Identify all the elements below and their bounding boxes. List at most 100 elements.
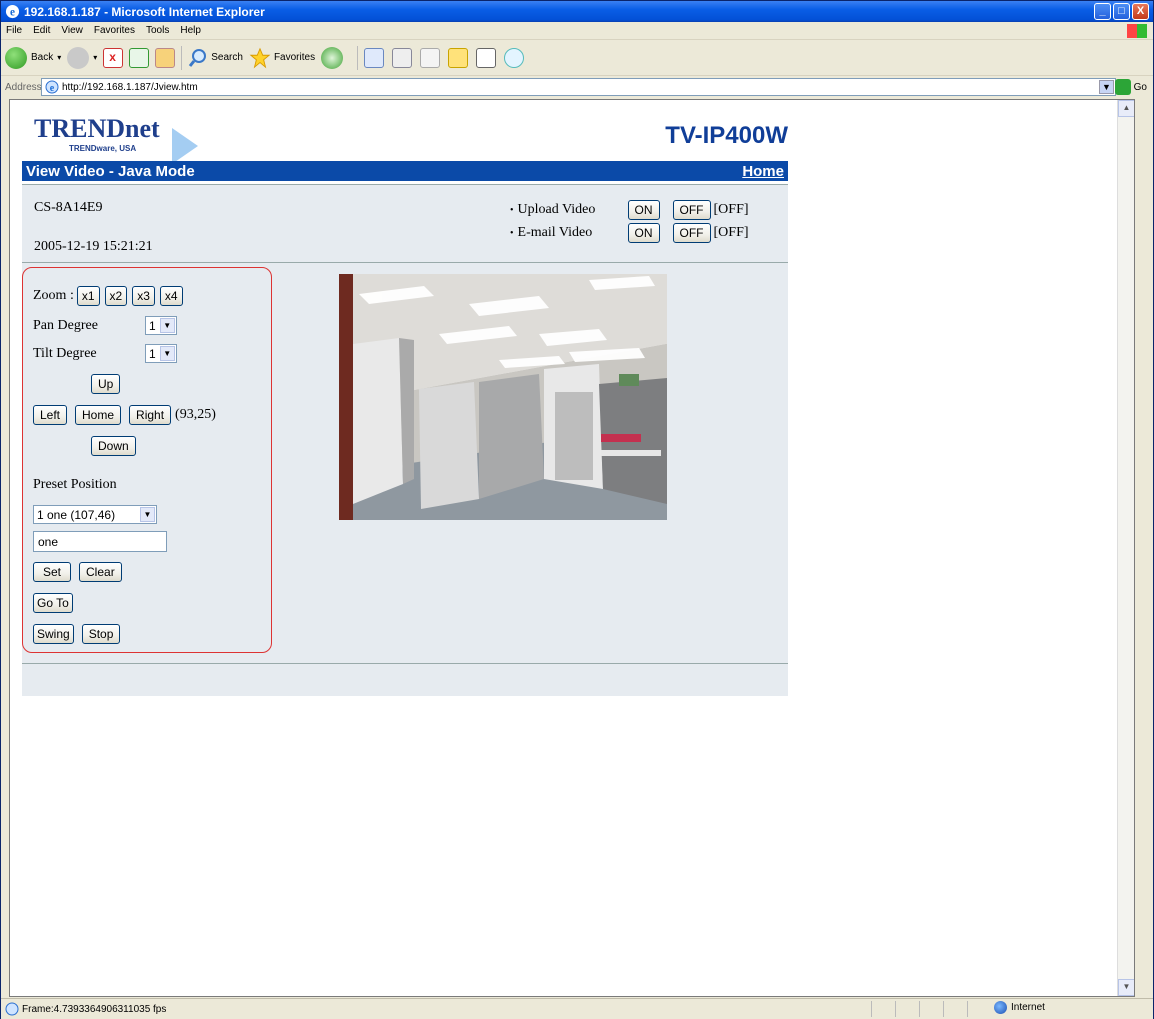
stop-icon[interactable]: x	[103, 47, 124, 68]
tilt-degree-value: 1	[149, 346, 156, 361]
divider	[22, 184, 788, 185]
model-name: TV-IP400W	[665, 122, 788, 149]
tilt-label: Tilt Degree	[33, 345, 97, 361]
status-cells	[871, 1001, 991, 1017]
page-viewport: ▲ ▼ TRENDnet TRENDware, USA TV-IP400W Vi…	[9, 99, 1135, 997]
goto-button[interactable]: Go To	[33, 593, 73, 613]
zoom-x1-button[interactable]: x1	[76, 286, 100, 306]
ie-icon: e	[5, 4, 20, 18]
menu-view[interactable]: View	[61, 25, 83, 36]
zone-label: Internet	[1011, 1002, 1045, 1013]
upload-video-label: Upload Video	[517, 202, 596, 217]
minimize-button[interactable]: _	[1094, 3, 1111, 20]
upload-on-button[interactable]: ON	[627, 200, 660, 220]
down-row: Down	[91, 436, 136, 456]
preset-value: 1 one (107,46)	[37, 507, 116, 522]
email-video-row: • E-mail Video ON OFF [OFF]	[510, 223, 749, 243]
forward-arrow-icon	[67, 46, 90, 69]
preset-row: 1 one (107,46) ▼	[33, 505, 157, 524]
divider	[22, 262, 788, 263]
preset-select[interactable]: 1 one (107,46) ▼	[33, 505, 157, 524]
preset-name-input[interactable]: one	[33, 531, 167, 552]
menu-file[interactable]: File	[6, 25, 22, 36]
zoom-x3-button[interactable]: x3	[132, 286, 155, 306]
upload-video-row: • Upload Video ON OFF [OFF]	[510, 200, 749, 220]
bullet: •	[510, 227, 514, 239]
camera-page: TRENDnet TRENDware, USA TV-IP400W View V…	[22, 106, 788, 696]
search-button[interactable]: Search	[188, 48, 243, 68]
email-status: [OFF]	[713, 225, 749, 240]
address-label: Address	[5, 81, 42, 93]
back-button[interactable]: Back ▾	[5, 46, 61, 69]
section-title: View Video - Java Mode	[26, 162, 195, 180]
goto-row: Go To	[33, 593, 73, 613]
device-id: CS-8A14E9	[34, 200, 103, 215]
tilt-degree-select[interactable]: 1 ▼	[145, 344, 177, 363]
chevron-down-icon: ▼	[159, 318, 175, 333]
vertical-scrollbar[interactable]: ▲ ▼	[1117, 100, 1134, 996]
mail-icon[interactable]	[364, 47, 385, 68]
go-button[interactable]: Go	[1114, 79, 1147, 95]
home-button[interactable]: Home	[75, 405, 122, 425]
svg-text:e: e	[50, 83, 55, 94]
go-label: Go	[1133, 81, 1147, 93]
windows-logo-icon	[1127, 24, 1147, 38]
window-title: 192.168.1.187 - Microsoft Internet Explo…	[24, 4, 265, 19]
pan-degree-select[interactable]: 1 ▼	[145, 316, 177, 335]
menu-favorites[interactable]: Favorites	[94, 25, 135, 36]
left-button[interactable]: Left	[33, 405, 68, 425]
toolbar: Back ▾ ▾ x Search Favorites	[1, 40, 1153, 76]
history-icon[interactable]	[321, 46, 344, 69]
star-icon	[249, 47, 271, 68]
favorites-button[interactable]: Favorites	[249, 47, 315, 69]
discuss-icon[interactable]	[448, 47, 469, 68]
menu-bar: File Edit View Favorites Tools Help	[1, 22, 1153, 40]
clear-button[interactable]: Clear	[79, 562, 122, 582]
back-arrow-icon	[5, 46, 27, 69]
forward-button[interactable]: ▾	[67, 46, 97, 69]
maximize-button[interactable]: □	[1113, 3, 1130, 20]
swing-button[interactable]: Swing	[33, 624, 74, 644]
browser-window: e 192.168.1.187 - Microsoft Internet Exp…	[0, 0, 1154, 1019]
close-button[interactable]: X	[1132, 3, 1149, 20]
home-link[interactable]: Home	[742, 163, 784, 180]
favorites-label: Favorites	[273, 52, 316, 63]
back-dropdown-icon[interactable]: ▾	[57, 53, 61, 62]
up-button[interactable]: Up	[91, 374, 121, 394]
section-header: View Video - Java Mode Home	[22, 161, 788, 181]
trendnet-logo: TRENDnet	[34, 114, 160, 143]
address-field[interactable]: e http://192.168.1.187/Jview.htm ▼	[41, 78, 1116, 96]
email-off-button[interactable]: OFF	[672, 223, 711, 243]
forward-dropdown-icon[interactable]: ▾	[93, 53, 97, 62]
address-dropdown-icon[interactable]: ▼	[1099, 80, 1114, 94]
refresh-icon[interactable]	[129, 47, 150, 68]
print-icon[interactable]	[392, 47, 413, 68]
down-button[interactable]: Down	[91, 436, 136, 456]
scroll-down-icon[interactable]: ▼	[1118, 979, 1134, 996]
email-on-button[interactable]: ON	[627, 223, 660, 243]
set-button[interactable]: Set	[33, 562, 72, 582]
upload-off-button[interactable]: OFF	[672, 200, 711, 220]
stop-button[interactable]: Stop	[81, 624, 121, 644]
home-icon[interactable]	[155, 47, 176, 68]
office-camera-image	[339, 274, 667, 520]
up-row: Up	[91, 374, 121, 394]
zoom-x4-button[interactable]: x4	[159, 286, 183, 306]
menu-edit[interactable]: Edit	[33, 25, 50, 36]
messenger-icon[interactable]	[504, 47, 525, 68]
logo-subtitle: TRENDware, USA	[69, 144, 137, 153]
zoom-row: Zoom : x1 x2 x3 x4	[33, 286, 183, 306]
research-icon[interactable]	[476, 47, 497, 68]
logo-arrow-icon	[172, 128, 198, 164]
edit-icon[interactable]	[420, 47, 441, 68]
svg-text:e: e	[10, 6, 15, 18]
right-button[interactable]: Right	[129, 405, 172, 425]
search-icon	[189, 48, 207, 67]
scroll-up-icon[interactable]: ▲	[1118, 100, 1134, 117]
direction-row: Left Home Right (93,25)	[33, 405, 216, 425]
menu-help[interactable]: Help	[180, 25, 201, 36]
zoom-x2-button[interactable]: x2	[104, 286, 128, 306]
menu-tools[interactable]: Tools	[146, 25, 169, 36]
pan-label: Pan Degree	[33, 317, 98, 333]
page-icon: e	[45, 80, 59, 94]
